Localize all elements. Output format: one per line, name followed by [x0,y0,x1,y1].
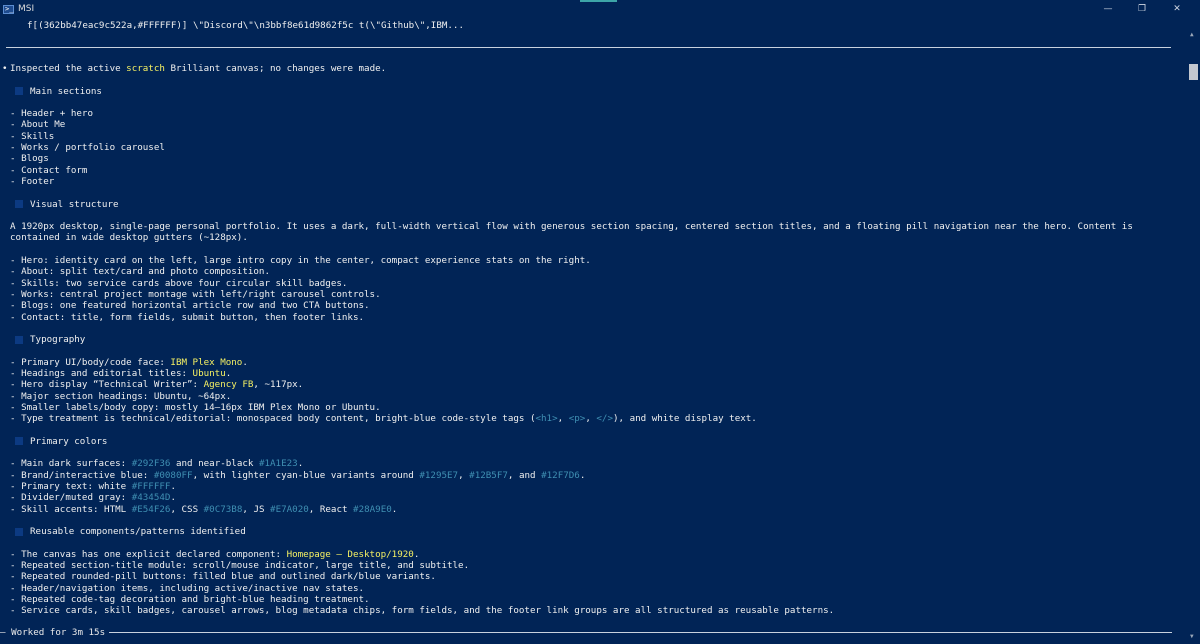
list-item: - Primary text: white #FFFFFF. [10,480,176,492]
scroll-up-icon[interactable]: ▲ [1190,31,1194,38]
section-title: Reusable components/patterns identified [30,526,246,538]
divider [109,632,1172,633]
section-title: Typography [30,334,86,346]
minimize-button[interactable]: — [1102,3,1114,15]
list-item: - About Me [10,119,66,131]
list-item: - Contact form [10,164,88,176]
section-marker-icon [15,527,23,536]
bullet-icon: • [2,63,8,74]
color-code: #0C73B8 [203,503,243,515]
intro-line: • Inspected the active scratch Brilliant … [2,63,1180,74]
previous-output-line: f[(362bb47eac9c522a,#FFFFFF)] \"Discord\… [27,20,464,31]
color-code: #12B5F7 [469,469,508,481]
section-heading-colors: Primary colors [15,436,1180,447]
title-bar: >_ MSI — ❐ ✕ [0,0,1200,18]
list-item: - Brand/interactive blue: #0080FF, with … [10,469,586,481]
scratch-highlight: scratch [126,63,165,74]
maximize-button[interactable]: ❐ [1136,3,1148,15]
list-item: - Skills [10,130,55,142]
code-tag: </> [596,413,613,425]
list-item: - Divider/muted gray: #43454D. [10,492,176,504]
powershell-icon: >_ [3,4,14,14]
section-title: Primary colors [30,435,108,447]
list-item: - Hero: identity card on the left, large… [10,255,591,267]
main-sections-list: - Header + hero - About Me - Skills - Works… [10,108,1180,187]
color-code: #28A9E0 [353,503,392,515]
color-code: #12F7D6 [541,469,580,481]
font-highlight: Agency FB [203,379,254,391]
font-highlight: Ubuntu [192,368,226,380]
active-tab-indicator [580,0,617,2]
list-item: - Repeated rounded-pill buttons: filled … [10,571,436,583]
list-item: - Type treatment is technical/editorial:… [10,413,757,425]
color-code: #FFFFFF [131,480,171,492]
color-code: #E54F26 [131,503,171,515]
component-highlight: Homepage – Desktop/1920 [286,548,414,560]
list-item: - Primary UI/body/code face: IBM Plex Mo… [10,356,248,368]
intro-text: Inspected the active [10,63,127,74]
vertical-scrollbar[interactable]: ▲ ▼ [1187,18,1200,644]
list-item: - Skills: two service cards above four c… [10,277,348,289]
list-item: - The canvas has one explicit declared c… [10,548,420,560]
list-item: - Works / portfolio carousel [10,142,165,154]
list-item: - About: split text/card and photo compo… [10,266,270,278]
status-footer: — Worked for 3m 15s [0,627,1172,638]
section-title: Visual structure [30,198,119,210]
color-code: #43454D [131,492,171,504]
code-tag: <h1> [535,413,558,425]
scrollbar-thumb[interactable] [1189,64,1198,80]
list-item: - Repeated code-tag decoration and brigh… [10,593,370,605]
code-tag: <p> [568,413,586,425]
components-list: - Repeated section-title module: scroll/… [10,560,1180,616]
list-item: - Service cards, skill badges, carousel … [10,605,835,617]
list-item: - Smaller labels/body copy: mostly 14–16… [10,401,381,413]
section-heading-visual: Visual structure [15,199,1180,210]
divider [6,47,1171,48]
font-highlight: IBM Plex Mono [170,356,243,368]
intro-text-after: Brilliant canvas; no changes were made. [164,63,387,74]
section-heading-main: Main sections [15,86,1180,97]
visual-paragraph: A 1920px desktop, single-page personal p… [10,221,1133,244]
window-title: MSI [18,4,35,14]
close-button[interactable]: ✕ [1171,3,1183,15]
worked-duration: — Worked for 3m 15s [0,627,106,638]
list-item: - Repeated section-title module: scroll/… [10,560,470,572]
list-item: - Hero display “Technical Writer”: Agenc… [10,379,304,391]
list-item: - Footer [10,175,55,187]
list-item: - Blogs [10,153,49,165]
section-marker-icon [15,437,23,446]
section-marker-icon [15,335,23,344]
list-item: - Major section headings: Ubuntu, ~64px. [10,390,232,402]
color-code: #1A1E23 [258,458,298,470]
list-item: - Main dark surfaces: #292F36 and near-b… [10,458,304,470]
list-item: - Blogs: one featured horizontal article… [10,300,370,312]
list-item: - Header + hero [10,108,93,120]
terminal-output: • Inspected the active scratch Brilliant … [2,63,1180,617]
color-code: #0080FF [153,469,193,481]
visual-structure-list: - Hero: identity card on the left, large… [10,255,1180,323]
list-item: - Header/navigation items, including act… [10,582,365,594]
section-marker-icon [15,200,23,209]
scroll-down-icon[interactable]: ▼ [1190,633,1194,640]
list-item: - Headings and editorial titles: Ubuntu. [10,368,232,380]
color-code: #1295E7 [419,469,459,481]
color-code: #E7A020 [270,503,309,515]
section-heading-components: Reusable components/patterns identified [15,526,1180,537]
section-title: Main sections [30,85,102,97]
list-item: - Works: central project montage with le… [10,288,381,300]
section-heading-typography: Typography [15,334,1180,345]
section-marker-icon [15,87,23,96]
color-code: #292F36 [131,458,171,470]
list-item: - Contact: title, form fields, submit bu… [10,311,365,323]
list-item: - Skill accents: HTML #E54F26, CSS #0C73… [10,503,398,515]
